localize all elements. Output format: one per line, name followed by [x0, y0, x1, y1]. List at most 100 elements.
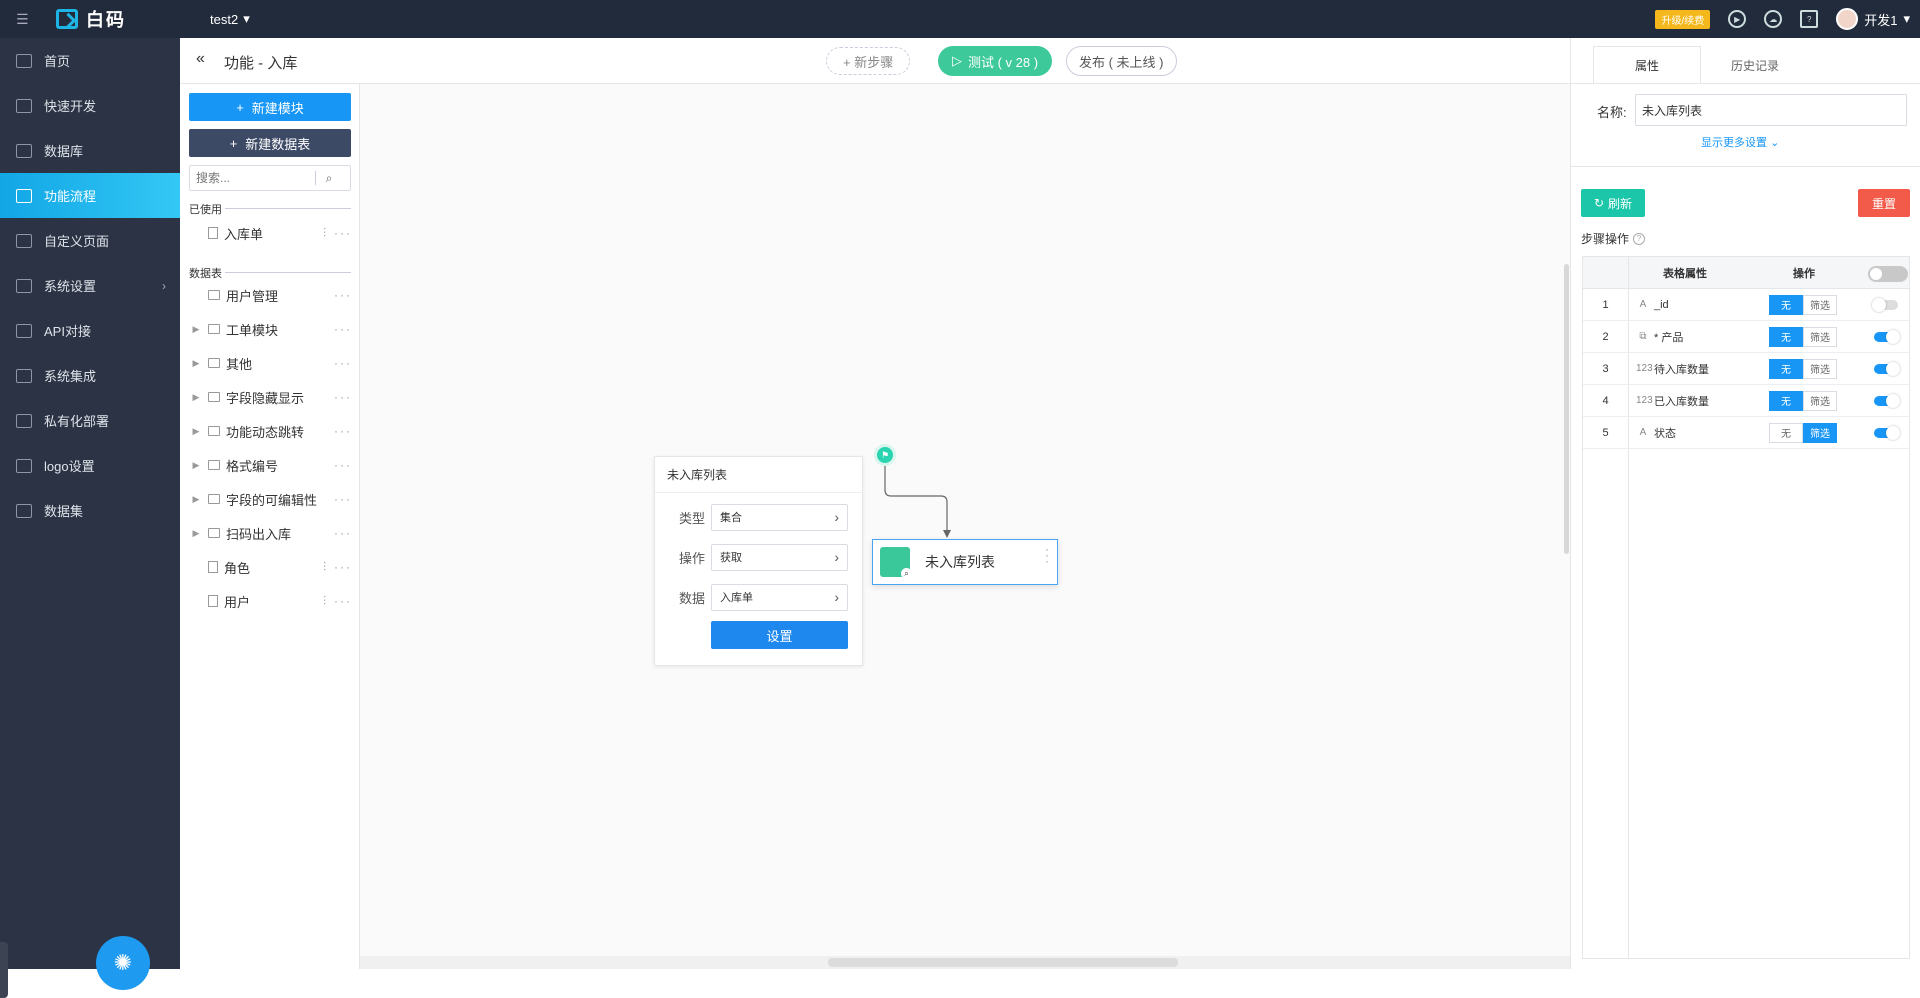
list-item[interactable]: 入库单 ⫶ ···: [180, 216, 360, 250]
search-input[interactable]: [190, 171, 315, 185]
more-icon[interactable]: ···: [334, 458, 352, 472]
start-flag-icon[interactable]: ⚑: [874, 444, 896, 466]
mode-filter-button[interactable]: 筛选: [1803, 390, 1837, 411]
caret-right-icon[interactable]: ▶: [188, 528, 204, 539]
more-icon[interactable]: ···: [334, 322, 352, 336]
sliders-icon[interactable]: ⫶: [323, 594, 328, 609]
mode-filter-button[interactable]: 筛选: [1803, 422, 1837, 443]
help-icon[interactable]: ?: [1800, 10, 1819, 28]
horizontal-scrollbar[interactable]: [360, 956, 1570, 969]
more-icon[interactable]: ···: [334, 288, 352, 302]
play-icon[interactable]: ▶: [1728, 10, 1747, 28]
more-icon[interactable]: ···: [334, 226, 352, 241]
sidebar-item-system-settings[interactable]: 系统设置 ›: [0, 263, 180, 308]
lightbulb-icon[interactable]: ✺: [96, 936, 150, 990]
test-button[interactable]: ▷ 测试 ( v 28 ): [938, 46, 1053, 76]
test-button-label: 测试 ( v 28 ): [968, 54, 1039, 70]
new-table-button[interactable]: + 新建数据表: [189, 129, 351, 157]
more-icon[interactable]: ···: [334, 356, 352, 370]
sliders-icon[interactable]: ⫶: [323, 226, 328, 241]
project-name: test2: [210, 11, 239, 27]
more-icon[interactable]: ···: [334, 424, 352, 438]
vertical-scrollbar[interactable]: [1564, 264, 1569, 554]
data-query-icon: ⌕: [880, 547, 912, 579]
project-selector[interactable]: test2 ▾: [210, 11, 250, 27]
more-settings-link[interactable]: 显示更多设置 ⌄: [1701, 134, 1779, 150]
list-item[interactable]: ▶ 其他 ···: [180, 346, 360, 380]
publish-button[interactable]: 发布 ( 未上线 ): [1066, 46, 1177, 76]
sidebar-item-logo-settings[interactable]: logo设置: [0, 443, 180, 488]
back-icon[interactable]: «: [196, 50, 205, 68]
setting-button[interactable]: 设置: [711, 621, 848, 649]
name-field[interactable]: [1635, 94, 1907, 126]
app-logo[interactable]: 白码: [56, 6, 166, 32]
field-toggle[interactable]: [1874, 393, 1900, 408]
mode-segment: 无筛选: [1769, 390, 1837, 411]
list-item[interactable]: ▶ 扫码出入库 ···: [180, 516, 360, 550]
sliders-icon[interactable]: ⫶: [323, 560, 328, 575]
field-toggle[interactable]: [1874, 329, 1900, 344]
reset-button[interactable]: 重置: [1858, 189, 1910, 217]
mode-none-button[interactable]: 无: [1769, 358, 1803, 379]
sidebar-item-quick-dev[interactable]: 快速开发: [0, 83, 180, 128]
sidebar-item-api[interactable]: API对接: [0, 308, 180, 353]
mode-filter-button[interactable]: 筛选: [1803, 358, 1837, 379]
sidebar-item-integration[interactable]: 系统集成: [0, 353, 180, 398]
data-select[interactable]: 入库单 ›: [711, 583, 848, 611]
list-item[interactable]: ▶ 功能动态跳转 ···: [180, 414, 360, 448]
more-icon[interactable]: ···: [334, 594, 352, 609]
more-icon[interactable]: ···: [334, 526, 352, 540]
sidebar-item-function-flow[interactable]: 功能流程: [0, 173, 180, 218]
list-item[interactable]: 角色 ⫶ ···: [180, 550, 360, 584]
field-toggle[interactable]: [1874, 361, 1900, 376]
sidebar-item-dataset[interactable]: 数据集: [0, 488, 180, 533]
caret-right-icon[interactable]: ▶: [188, 324, 204, 335]
list-item[interactable]: 用户 ⫶ ···: [180, 584, 360, 618]
tab-properties[interactable]: 属性: [1593, 46, 1701, 84]
more-vertical-icon[interactable]: · · ·: [1045, 543, 1049, 567]
toggle-all-switch[interactable]: [1868, 266, 1908, 282]
list-item[interactable]: ▶ 格式编号 ···: [180, 448, 360, 482]
caret-right-icon[interactable]: ▶: [188, 494, 204, 505]
list-item[interactable]: ▶ 字段隐藏显示 ···: [180, 380, 360, 414]
new-step-button[interactable]: + 新步骤: [826, 47, 911, 75]
help-icon[interactable]: ?: [1633, 232, 1646, 245]
flow-canvas[interactable]: 未入库列表 类型 集合 › 操作 获取 › 数据 入库单 › 设置 ⚑ ⌕ 未入库列表…: [360, 84, 1570, 969]
caret-right-icon[interactable]: ▶: [188, 460, 204, 471]
more-icon[interactable]: ···: [334, 560, 352, 575]
list-item[interactable]: ▶ 工单模块 ···: [180, 312, 360, 346]
mode-none-button[interactable]: 无: [1769, 422, 1803, 443]
sidebar-item-database[interactable]: 数据库: [0, 128, 180, 173]
field-toggle[interactable]: [1872, 297, 1898, 312]
list-item-label: 工单模块: [226, 322, 279, 338]
operation-select[interactable]: 获取 ›: [711, 543, 848, 571]
caret-right-icon[interactable]: ▶: [188, 392, 204, 403]
field-toggle[interactable]: [1874, 425, 1900, 440]
mode-filter-button[interactable]: 筛选: [1803, 294, 1837, 315]
type-select[interactable]: 集合 ›: [711, 503, 848, 531]
list-item[interactable]: 用户管理 ···: [180, 278, 360, 312]
search-icon[interactable]: ⌕: [316, 171, 342, 186]
sidebar-item-custom-page[interactable]: 自定义页面: [0, 218, 180, 263]
list-item[interactable]: ▶ 字段的可编辑性 ···: [180, 482, 360, 516]
sidebar-item-home[interactable]: 首页: [0, 38, 180, 83]
caret-right-icon[interactable]: ▶: [188, 426, 204, 437]
more-icon[interactable]: ···: [334, 390, 352, 404]
mode-filter-button[interactable]: 筛选: [1803, 326, 1837, 347]
user-menu[interactable]: 开发1 ▾: [1836, 8, 1910, 30]
new-module-button[interactable]: + 新建模块: [189, 93, 351, 121]
refresh-button[interactable]: ↻ 刷新: [1581, 189, 1645, 217]
cloud-icon[interactable]: ☁: [1764, 10, 1783, 28]
sidebar-item-private-deploy[interactable]: 私有化部署: [0, 398, 180, 443]
caret-right-icon[interactable]: ▶: [188, 358, 204, 369]
upgrade-badge[interactable]: 升级/续费: [1655, 9, 1711, 29]
tab-history[interactable]: 历史记录: [1701, 46, 1809, 84]
mode-none-button[interactable]: 无: [1769, 326, 1803, 347]
more-icon[interactable]: ···: [334, 492, 352, 506]
menu-toggle-icon[interactable]: ☰: [16, 11, 38, 28]
mode-none-button[interactable]: 无: [1769, 294, 1803, 315]
mode-none-button[interactable]: 无: [1769, 390, 1803, 411]
scrollbar-thumb[interactable]: [828, 958, 1178, 967]
sidebar-collapse-handle[interactable]: [0, 942, 8, 998]
flow-node[interactable]: ⌕ 未入库列表 · · ·: [872, 539, 1058, 585]
